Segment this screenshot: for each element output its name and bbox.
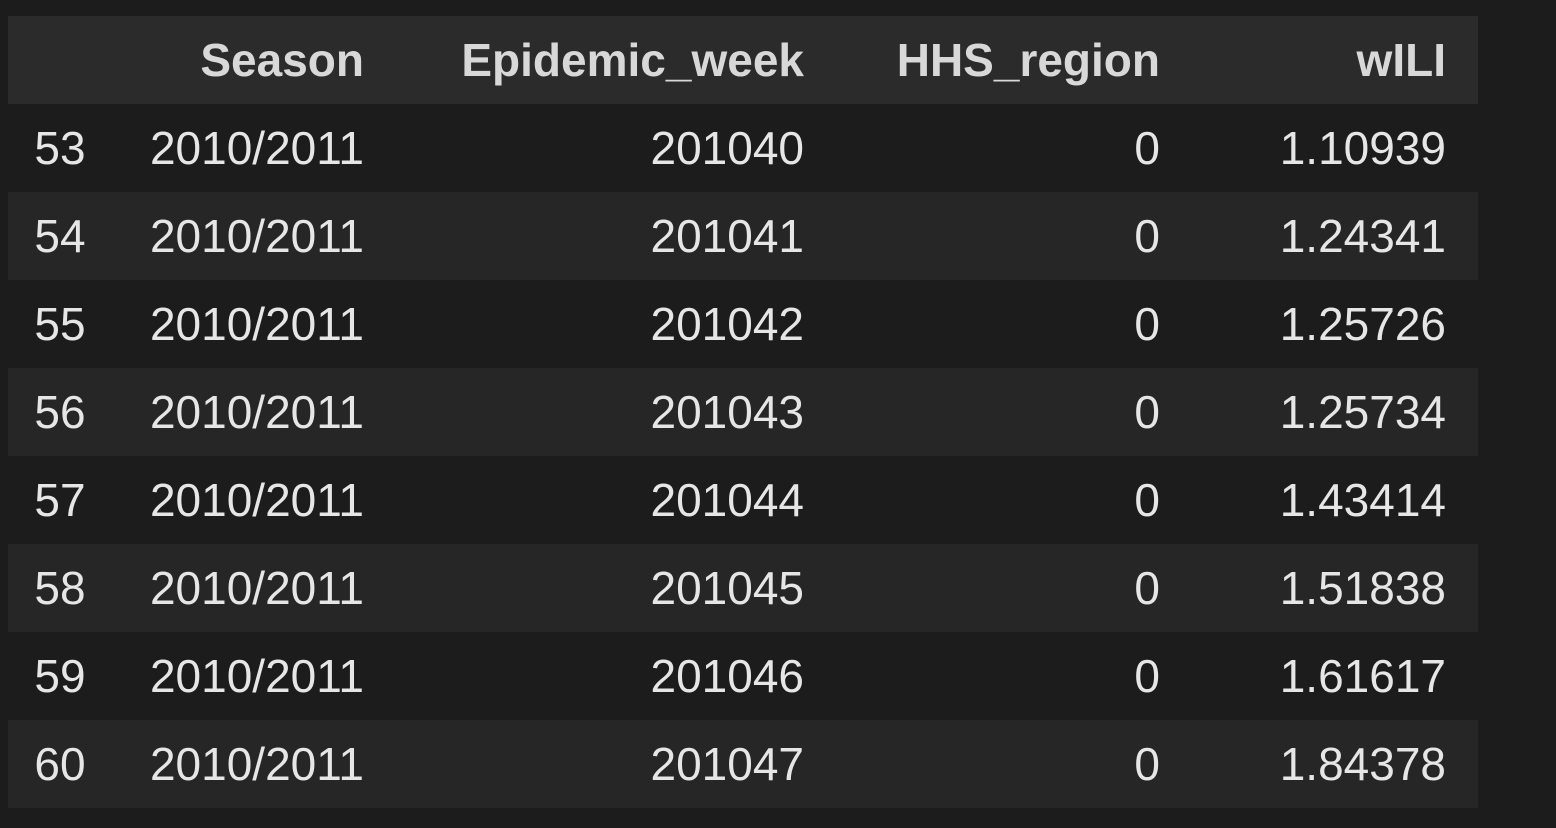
cell-season: 2010/2011 xyxy=(149,210,364,262)
table-row: 60 2010/2011 201047 0 1.84378 xyxy=(8,720,1478,808)
cell-season: 2010/2011 xyxy=(149,650,364,702)
column-header-index xyxy=(8,16,132,104)
cell-wili: 1.25734 xyxy=(1279,386,1446,438)
row-index: 53 xyxy=(34,122,86,174)
cell-season: 2010/2011 xyxy=(149,122,364,174)
table-row: 53 2010/2011 201040 0 1.10939 xyxy=(8,104,1478,192)
row-index: 57 xyxy=(34,474,86,526)
cell-wili: 1.61617 xyxy=(1279,650,1446,702)
cell-season: 2010/2011 xyxy=(149,386,364,438)
cell-epidemic-week: 201042 xyxy=(650,298,805,350)
cell-epidemic-week: 201044 xyxy=(650,474,805,526)
cell-season: 2010/2011 xyxy=(149,298,364,350)
cell-hhs-region: 0 xyxy=(1134,210,1160,262)
cell-wili: 1.24341 xyxy=(1279,210,1446,262)
column-header-epidemic-week: Epidemic_week xyxy=(461,34,804,86)
row-index: 56 xyxy=(34,386,86,438)
table-row: 56 2010/2011 201043 0 1.25734 xyxy=(8,368,1478,456)
cell-epidemic-week: 201047 xyxy=(650,738,805,790)
cell-wili: 1.51838 xyxy=(1279,562,1446,614)
cell-hhs-region: 0 xyxy=(1134,298,1160,350)
cell-wili: 1.43414 xyxy=(1279,474,1446,526)
table-row: 59 2010/2011 201046 0 1.61617 xyxy=(8,632,1478,720)
column-header-hhs-region: HHS_region xyxy=(896,34,1160,86)
cell-epidemic-week: 201045 xyxy=(650,562,805,614)
cell-hhs-region: 0 xyxy=(1134,562,1160,614)
dataframe-output: Season Epidemic_week HHS_region wILI 53 … xyxy=(8,16,1478,808)
dataframe-table: Season Epidemic_week HHS_region wILI 53 … xyxy=(8,16,1478,808)
cell-wili: 1.10939 xyxy=(1279,122,1446,174)
cell-wili: 1.25726 xyxy=(1279,298,1446,350)
cell-season: 2010/2011 xyxy=(149,474,364,526)
cell-hhs-region: 0 xyxy=(1134,474,1160,526)
table-row: 57 2010/2011 201044 0 1.43414 xyxy=(8,456,1478,544)
column-header-season: Season xyxy=(200,34,364,86)
cell-hhs-region: 0 xyxy=(1134,386,1160,438)
row-index: 58 xyxy=(34,562,86,614)
cell-hhs-region: 0 xyxy=(1134,122,1160,174)
cell-hhs-region: 0 xyxy=(1134,650,1160,702)
cell-epidemic-week: 201040 xyxy=(650,122,805,174)
cell-hhs-region: 0 xyxy=(1134,738,1160,790)
table-row: 58 2010/2011 201045 0 1.51838 xyxy=(8,544,1478,632)
row-index: 54 xyxy=(34,210,86,262)
cell-epidemic-week: 201041 xyxy=(650,210,805,262)
table-row: 55 2010/2011 201042 0 1.25726 xyxy=(8,280,1478,368)
row-index: 55 xyxy=(34,298,86,350)
row-index: 60 xyxy=(34,738,86,790)
table-header-row: Season Epidemic_week HHS_region wILI xyxy=(8,16,1478,104)
cell-epidemic-week: 201046 xyxy=(650,650,805,702)
table-row: 54 2010/2011 201041 0 1.24341 xyxy=(8,192,1478,280)
cell-season: 2010/2011 xyxy=(149,738,364,790)
cell-season: 2010/2011 xyxy=(149,562,364,614)
column-header-wili: wILI xyxy=(1356,34,1446,86)
cell-wili: 1.84378 xyxy=(1279,738,1446,790)
row-index: 59 xyxy=(34,650,86,702)
cell-epidemic-week: 201043 xyxy=(650,386,805,438)
